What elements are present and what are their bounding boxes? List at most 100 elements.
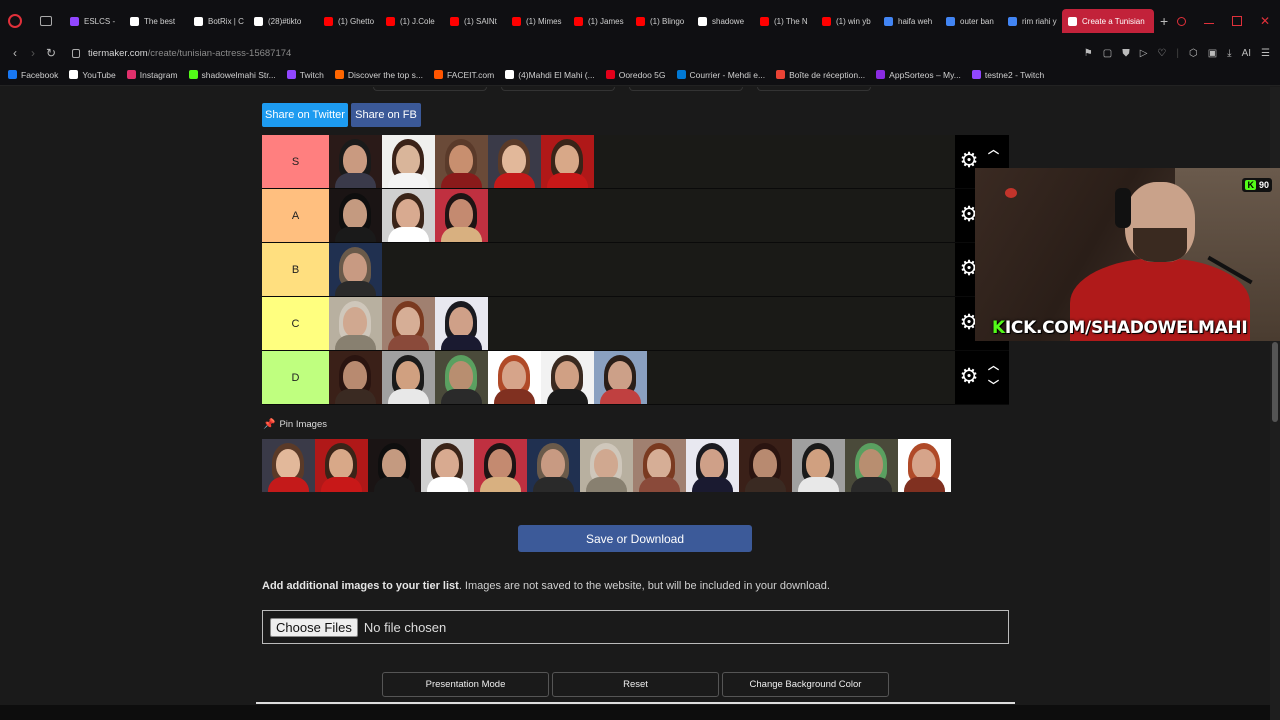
chevron-down-icon[interactable]: ﹀ <box>988 377 999 393</box>
tier-image[interactable] <box>541 351 594 404</box>
pool-image[interactable] <box>792 439 845 492</box>
pool-image[interactable] <box>686 439 739 492</box>
pool-image[interactable] <box>845 439 898 492</box>
browser-tab[interactable]: (1) The N <box>754 9 816 33</box>
browser-tab[interactable]: outer ban <box>940 9 1002 33</box>
tier-image[interactable] <box>488 351 541 404</box>
gear-icon[interactable]: ⚙ <box>959 366 979 387</box>
bookmark-item[interactable]: Courrier - Mehdi e... <box>676 70 765 80</box>
browser-tab[interactable]: (28)#tikto <box>248 9 318 33</box>
tier-items[interactable] <box>329 243 955 296</box>
search-tabs-icon[interactable] <box>1177 16 1186 26</box>
bookmark-item[interactable]: YouTube <box>69 70 116 80</box>
reload-icon[interactable]: ↻ <box>42 46 60 60</box>
pin-images-label[interactable]: 📌 Pin Images <box>263 419 327 430</box>
bookmark-item[interactable]: testne2 - Twitch <box>971 70 1044 80</box>
change-bg-color-button[interactable]: Change Background Color <box>722 672 889 697</box>
tier-image[interactable] <box>382 351 435 404</box>
snapshot-icon[interactable]: ▢ <box>1103 48 1112 59</box>
ai-button[interactable]: AI <box>1242 48 1251 59</box>
bookmark-item[interactable]: Instagram <box>126 70 178 80</box>
minimize-icon[interactable] <box>1204 18 1214 24</box>
tier-items[interactable] <box>329 135 955 188</box>
close-icon[interactable]: ✕ <box>1260 15 1270 27</box>
scroll-thumb[interactable] <box>1272 342 1278 422</box>
bookmark-item[interactable]: AppSorteos – My... <box>876 70 961 80</box>
pool-image[interactable] <box>580 439 633 492</box>
back-icon[interactable]: ‹ <box>6 46 24 60</box>
tier-items[interactable] <box>329 189 955 242</box>
tier-image[interactable] <box>382 189 435 242</box>
browser-tab[interactable]: rim riahi y <box>1002 9 1062 33</box>
pool-image[interactable] <box>421 439 474 492</box>
browser-tab[interactable]: shadowe <box>692 9 754 33</box>
pool-image[interactable] <box>898 439 951 492</box>
forward-icon[interactable]: › <box>24 46 42 60</box>
browser-tab[interactable]: ESLCS - <box>64 9 124 33</box>
play-icon[interactable]: ▷ <box>1140 48 1148 59</box>
browser-tab[interactable]: (1) J.Cole <box>380 9 444 33</box>
tier-items[interactable] <box>329 297 955 350</box>
download-icon[interactable]: ⤓ <box>1227 48 1231 59</box>
choose-files-button[interactable]: Choose Files <box>270 617 358 637</box>
share-fb-button[interactable]: Share on FB <box>351 103 421 127</box>
maximize-icon[interactable] <box>1232 16 1242 26</box>
pool-image[interactable] <box>368 439 421 492</box>
tier-image[interactable] <box>435 297 488 350</box>
tier-image[interactable] <box>382 297 435 350</box>
chevron-up-icon[interactable]: ︿ <box>988 141 999 157</box>
tier-label[interactable]: B <box>262 243 329 296</box>
pool-image[interactable] <box>633 439 686 492</box>
wallet-icon[interactable]: ▣ <box>1208 48 1217 59</box>
presentation-mode-button[interactable]: Presentation Mode <box>382 672 549 697</box>
tier-image[interactable] <box>435 351 488 404</box>
bookmark-item[interactable]: Discover the top s... <box>334 70 423 80</box>
tier-label[interactable]: D <box>262 351 329 404</box>
tier-image[interactable] <box>435 189 488 242</box>
tier-image[interactable] <box>329 135 382 188</box>
bookmark-item[interactable]: Facebook <box>8 70 58 80</box>
bookmark-item[interactable]: (4)Mahdi El Mahi (... <box>505 70 595 80</box>
save-download-button[interactable]: Save or Download <box>518 525 752 552</box>
tier-label[interactable]: S <box>262 135 329 188</box>
bookmark-item[interactable]: Twitch <box>286 70 324 80</box>
new-tab-button[interactable]: + <box>1160 13 1168 29</box>
tier-label[interactable]: C <box>262 297 329 350</box>
pool-image[interactable] <box>527 439 580 492</box>
tier-label[interactable]: A <box>262 189 329 242</box>
bookmark-item[interactable]: shadowelmahi Str... <box>188 70 276 80</box>
pool-image[interactable] <box>739 439 792 492</box>
browser-tab[interactable]: Create a Tunisian <box>1062 9 1154 33</box>
browser-tab[interactable]: (1) Mimes <box>506 9 568 33</box>
browser-tab[interactable]: (1) Blingo <box>630 9 692 33</box>
browser-tab[interactable]: BotRix | C <box>188 9 248 33</box>
tier-items[interactable] <box>329 351 955 404</box>
bookmark-icon[interactable]: ⚑ <box>1084 48 1093 59</box>
tier-image[interactable] <box>329 297 382 350</box>
file-input[interactable]: Choose Files No file chosen <box>262 610 1009 644</box>
pool-image[interactable] <box>315 439 368 492</box>
menu-icon[interactable]: ☰ <box>1261 48 1270 59</box>
bookmark-item[interactable]: Boîte de réception... <box>776 70 865 80</box>
heart-icon[interactable]: ♡ <box>1157 48 1166 59</box>
share-twitter-button[interactable]: Share on Twitter <box>262 103 348 127</box>
bookmark-item[interactable]: FACEIT.com <box>433 70 494 80</box>
tier-image[interactable] <box>488 135 541 188</box>
tier-image[interactable] <box>594 351 647 404</box>
browser-tab[interactable]: (1) SAINt <box>444 9 506 33</box>
extensions-icon[interactable]: ⬡ <box>1189 48 1198 59</box>
browser-tab[interactable]: The best <box>124 9 188 33</box>
reset-button[interactable]: Reset <box>552 672 719 697</box>
workspaces-icon[interactable] <box>40 16 52 26</box>
tier-image[interactable] <box>435 135 488 188</box>
browser-tab[interactable]: haifa weh <box>878 9 940 33</box>
tier-image[interactable] <box>541 135 594 188</box>
url-field[interactable]: tiermaker.com/create/tunisian-actress-15… <box>88 48 291 59</box>
chevron-up-icon[interactable]: ︿ <box>988 357 999 373</box>
browser-tab[interactable]: (1) win yb <box>816 9 878 33</box>
opera-logo-icon[interactable] <box>8 14 22 28</box>
pool-image[interactable] <box>474 439 527 492</box>
browser-tab[interactable]: (1) James <box>568 9 630 33</box>
browser-tab[interactable]: (1) Ghetto <box>318 9 380 33</box>
tier-image[interactable] <box>382 135 435 188</box>
